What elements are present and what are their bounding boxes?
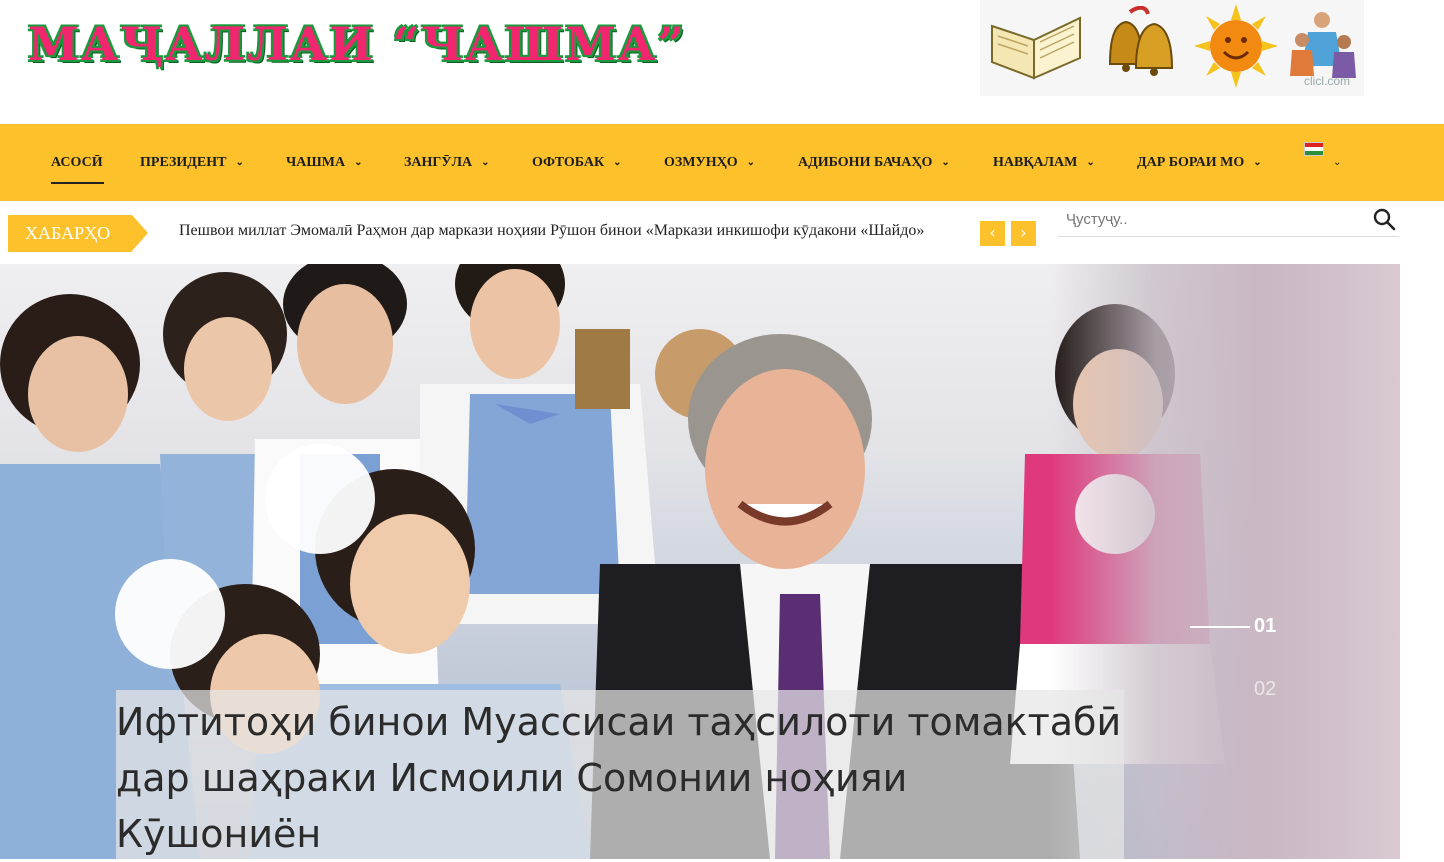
search-input[interactable] <box>1066 207 1356 231</box>
nav-active-indicator <box>51 182 104 184</box>
nav-item-home[interactable]: АСОСӢ <box>51 124 103 201</box>
main-nav: АСОСӢ ПРЕЗИДЕНТ ⌄ ЧАШМА ⌄ ЗАНГӮЛА ⌄ ОФТОБАК… <box>0 124 1444 201</box>
nav-item-label: ДАР БОРАИ МО <box>1137 155 1245 170</box>
nav-item-label: ЗАНГӮЛА <box>404 155 473 170</box>
chevron-down-icon: ⌄ <box>481 157 490 168</box>
bells-icon <box>1108 6 1174 76</box>
ticker-prev-button[interactable]: ‹ <box>980 221 1005 246</box>
sun-icon <box>1194 4 1278 88</box>
search-box <box>1058 201 1399 237</box>
children-icon <box>1290 12 1356 78</box>
header-banner: clicl.com <box>980 0 1364 96</box>
language-flag-icon[interactable] <box>1304 142 1324 156</box>
slide-indicator-line <box>1190 626 1250 628</box>
site-header: МАҶАЛЛАИ “ЧАШМА” clicl.com <box>0 0 1444 124</box>
search-icon[interactable] <box>1372 207 1396 231</box>
ticker-label: ХАБАРҲО <box>8 215 148 252</box>
chevron-down-icon: ⌄ <box>1253 157 1262 168</box>
nav-item-president[interactable]: ПРЕЗИДЕНТ ⌄ <box>140 124 244 201</box>
chevron-down-icon: ⌄ <box>354 157 363 168</box>
slide-pager-01[interactable]: 01 <box>1254 615 1276 638</box>
nav-item-oftobak[interactable]: ОФТОБАК ⌄ <box>532 124 622 201</box>
nav-item-label: ПРЕЗИДЕНТ <box>140 155 227 170</box>
nav-item-zangula[interactable]: ЗАНГӮЛА ⌄ <box>404 124 490 201</box>
site-logo[interactable]: МАҶАЛЛАИ “ЧАШМА” <box>28 14 686 74</box>
chevron-down-icon: ⌄ <box>613 157 622 168</box>
nav-item-navqalam[interactable]: НАВҚАЛАМ ⌄ <box>993 124 1095 201</box>
nav-item-label: ОФТОБАК <box>532 155 605 170</box>
book-icon <box>991 16 1081 80</box>
ticker-headline[interactable]: Пешвои миллат Эмомалӣ Раҳмон дар маркази… <box>179 222 924 240</box>
nav-item-ozmunho[interactable]: ОЗМУНҲО ⌄ <box>664 124 755 201</box>
nav-item-label: АСОСӢ <box>51 155 103 170</box>
chevron-down-icon[interactable]: ⌄ <box>1333 124 1341 201</box>
nav-item-label: АДИБОНИ БАЧАҲО <box>798 155 933 170</box>
chevron-down-icon: ⌄ <box>746 157 756 168</box>
slide-pager-02[interactable]: 02 <box>1254 678 1276 701</box>
nav-item-label: ЧАШМА <box>286 155 346 170</box>
banner-watermark: clicl.com <box>1303 74 1350 88</box>
nav-item-label: НАВҚАЛАМ <box>993 155 1078 170</box>
nav-item-adiboni-bachaho[interactable]: АДИБОНИ БАЧАҲО ⌄ <box>798 124 950 201</box>
ticker-next-button[interactable]: › <box>1011 221 1036 246</box>
nav-item-dar-borai-mo[interactable]: ДАР БОРАИ МО ⌄ <box>1137 124 1262 201</box>
chevron-down-icon: ⌄ <box>941 157 950 168</box>
nav-item-chashma[interactable]: ЧАШМА ⌄ <box>286 124 362 201</box>
nav-item-label: ОЗМУНҲО <box>664 155 738 170</box>
chevron-down-icon: ⌄ <box>1086 157 1095 168</box>
chevron-down-icon: ⌄ <box>235 157 244 168</box>
slide-title[interactable]: Ифтитоҳи бинои Муассисаи таҳсилоти томак… <box>116 690 1124 859</box>
